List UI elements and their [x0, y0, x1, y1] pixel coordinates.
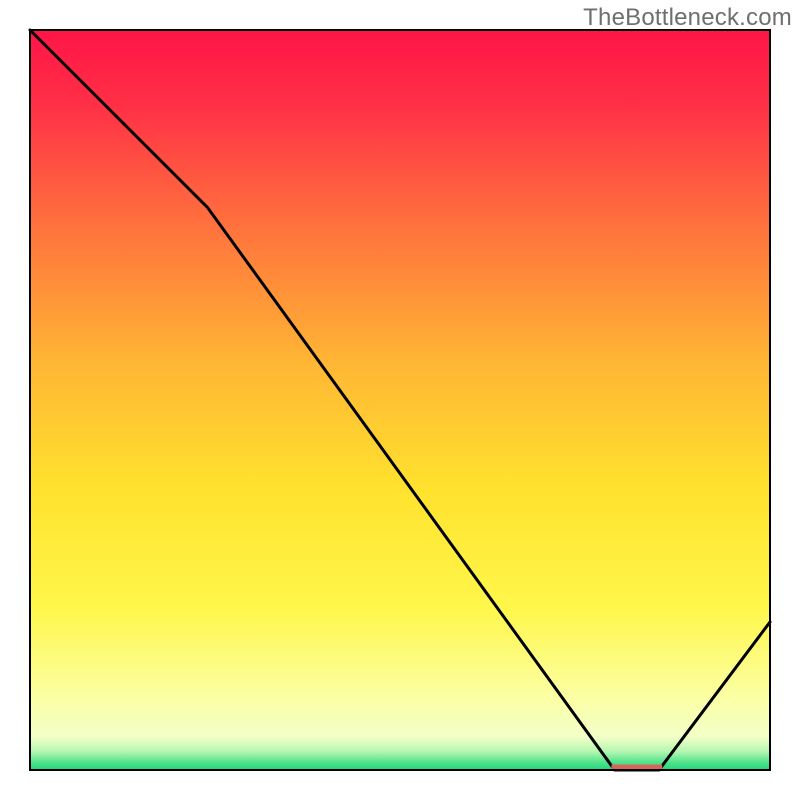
bottleneck-chart [0, 0, 800, 800]
plot-area [30, 30, 770, 771]
